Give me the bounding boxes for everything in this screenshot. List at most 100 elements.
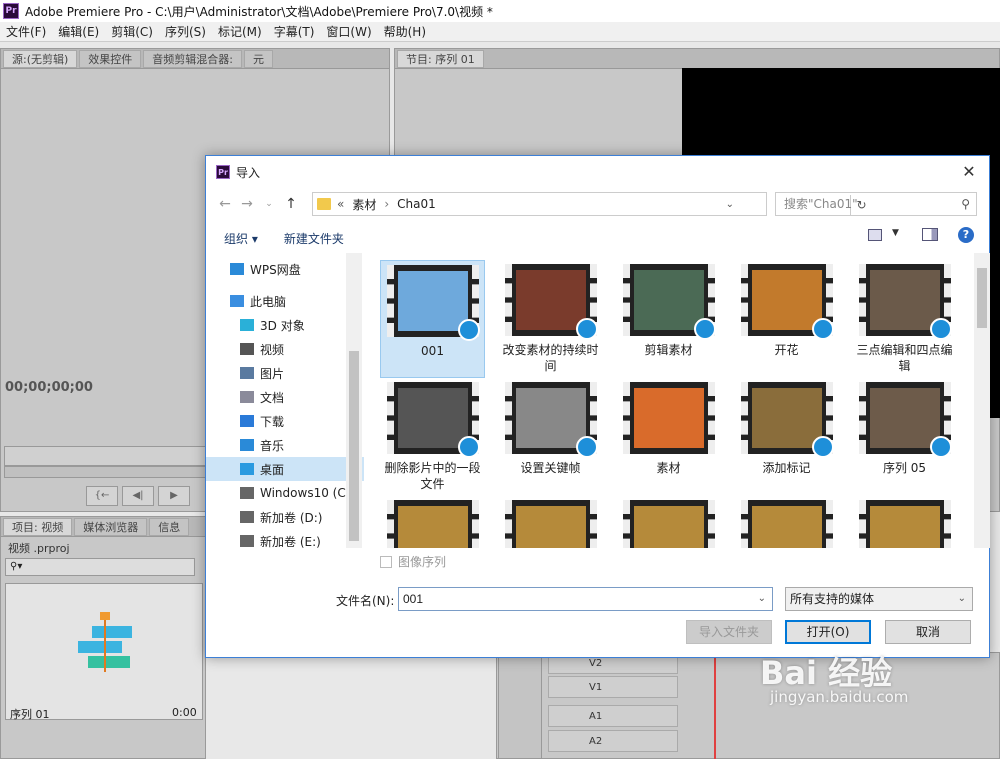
nav-item[interactable]: 新加卷 (E:) [206, 529, 364, 548]
menu-window[interactable]: 窗口(W) [320, 23, 377, 40]
nav-item[interactable]: 文档 [206, 385, 364, 409]
view-mode-icon[interactable] [868, 229, 882, 241]
nav-item[interactable]: Windows10 (C: [206, 481, 364, 505]
track-a2[interactable]: A2 [548, 730, 678, 752]
image-sequence-checkbox[interactable] [380, 555, 392, 568]
file-tile[interactable] [616, 496, 721, 548]
mark-in-icon[interactable]: {← [86, 486, 118, 506]
nav-item[interactable]: 音乐 [206, 433, 364, 457]
tab-audio-clip-mixer[interactable]: 音频剪辑混合器: [143, 49, 243, 68]
file-tile[interactable]: 改变素材的持续时间 [498, 260, 603, 374]
breadcrumb-separator-icon: › [384, 197, 390, 211]
command-bar: 组织 ▾ 新建文件夹 ▼ ? [206, 224, 991, 252]
chevron-down-icon[interactable]: ⌄ [758, 588, 766, 610]
file-tile[interactable]: 添加标记 [734, 378, 839, 476]
back-icon[interactable]: ← [214, 196, 236, 212]
menu-help[interactable]: 帮助(H) [378, 23, 432, 40]
file-name: 改变素材的持续时间 [502, 343, 599, 373]
sequence-thumbnail[interactable] [5, 583, 203, 720]
timeline-playhead[interactable] [714, 655, 716, 759]
video-thumbnail [386, 382, 480, 458]
file-tile[interactable]: 剪辑素材 [616, 260, 721, 358]
sequence-icon [78, 612, 132, 672]
nav-item[interactable]: 新加卷 (D:) [206, 505, 364, 529]
recent-dropdown-icon[interactable]: ⌄ [258, 199, 280, 209]
chevron-down-icon: ⌄ [957, 593, 966, 604]
image-sequence-label: 图像序列 [398, 555, 447, 569]
nav-item[interactable]: 此电脑 [206, 289, 364, 313]
close-icon[interactable]: ✕ [957, 162, 981, 181]
nav-item[interactable]: 视频 [206, 337, 364, 361]
file-tile[interactable]: 设置关键帧 [498, 378, 603, 476]
files-scroll-thumb[interactable] [977, 268, 987, 328]
tab-effect-controls[interactable]: 效果控件 [79, 49, 142, 68]
new-folder-button[interactable]: 新建文件夹 [274, 230, 354, 247]
import-folder-button[interactable]: 导入文件夹 [686, 620, 772, 644]
tab-info[interactable]: 信息 [149, 517, 190, 536]
menu-edit[interactable]: 编辑(E) [52, 23, 105, 40]
video-thumbnail [858, 382, 952, 458]
open-button[interactable]: 打开(O) [785, 620, 871, 644]
menu-sequence[interactable]: 序列(S) [159, 23, 212, 40]
nav-item[interactable]: 3D 对象 [206, 313, 364, 337]
track-a1[interactable]: A1 [548, 705, 678, 727]
file-type-select[interactable]: 所有支持的媒体 ⌄ [785, 587, 973, 611]
menu-title[interactable]: 字幕(T) [268, 23, 321, 40]
navigation-scroll-thumb[interactable] [349, 351, 359, 541]
nav-item-label: WPS网盘 [250, 262, 301, 277]
tab-project[interactable]: 项目: 视频 [3, 517, 73, 536]
watermark-url: jingyan.baidu.com [770, 688, 909, 706]
file-tile[interactable] [852, 496, 957, 548]
file-tile[interactable]: 开花 [734, 260, 839, 358]
forward-icon[interactable]: → [236, 196, 258, 212]
tab-source[interactable]: 源:(无剪辑) [3, 49, 78, 68]
help-icon[interactable]: ? [958, 227, 974, 243]
nav-item[interactable]: 图片 [206, 361, 364, 385]
image-sequence-option[interactable]: 图像序列 [380, 553, 446, 570]
nav-item-label: 图片 [260, 366, 285, 381]
track-v1[interactable]: V1 [548, 676, 678, 698]
video-thumbnail [504, 264, 598, 340]
search-input[interactable]: 搜索"Cha01" ⚲ [775, 192, 977, 216]
file-tile[interactable] [380, 496, 485, 548]
nav-item-label: 此电脑 [250, 294, 287, 309]
breadcrumb-part[interactable]: Cha01 [397, 197, 436, 211]
source-timecode[interactable]: 00;00;00;00 [5, 380, 93, 395]
file-tile[interactable]: 三点编辑和四点编辑 [852, 260, 957, 374]
file-tile[interactable]: 素材 [616, 378, 721, 476]
breadcrumb-part[interactable]: 素材 [352, 196, 376, 213]
up-icon[interactable]: ↑ [280, 196, 302, 212]
file-name: 添加标记 [762, 461, 811, 475]
tab-more[interactable]: 元 [244, 49, 274, 68]
cancel-button[interactable]: 取消 [885, 620, 971, 644]
view-dropdown-icon[interactable]: ▼ [892, 228, 899, 238]
menu-file[interactable]: 文件(F) [0, 23, 52, 40]
media-badge-icon [929, 318, 952, 340]
video-thumbnail [740, 500, 833, 548]
filename-value: 001 [403, 592, 424, 606]
organize-button[interactable]: 组织 ▾ [214, 230, 268, 247]
nav-item[interactable]: 下载 [206, 409, 364, 433]
step-back-icon[interactable]: ◀| [122, 486, 154, 506]
nav-item[interactable]: 桌面 [206, 457, 364, 481]
menu-marker[interactable]: 标记(M) [212, 23, 268, 40]
nav-item-label: Windows10 (C: [260, 486, 350, 500]
filename-input[interactable]: 001 ⌄ [398, 587, 773, 611]
menu-clip[interactable]: 剪辑(C) [105, 23, 159, 40]
preview-pane-icon[interactable] [922, 228, 938, 241]
cloud-icon [230, 263, 244, 275]
address-dropdown-icon[interactable]: ⌄ [726, 199, 734, 210]
file-tile[interactable]: 序列 05 [852, 378, 957, 476]
tab-program[interactable]: 节目: 序列 01 [397, 49, 484, 68]
track-label: V1 [589, 681, 603, 693]
nav-item[interactable]: WPS网盘 [206, 257, 364, 281]
file-tile[interactable] [734, 496, 839, 548]
file-tile[interactable]: 删除影片中的一段文件 [380, 378, 485, 492]
project-search-input[interactable]: ⚲▾ [5, 558, 195, 576]
file-tile[interactable]: 001 [380, 260, 485, 378]
file-tile[interactable] [498, 496, 603, 548]
breadcrumb-overflow[interactable]: « [337, 197, 344, 211]
address-bar[interactable]: « 素材 › Cha01 ⌄ ↻ [312, 192, 867, 216]
tab-media-browser[interactable]: 媒体浏览器 [74, 517, 148, 536]
play-icon[interactable]: ▶ [158, 486, 190, 506]
